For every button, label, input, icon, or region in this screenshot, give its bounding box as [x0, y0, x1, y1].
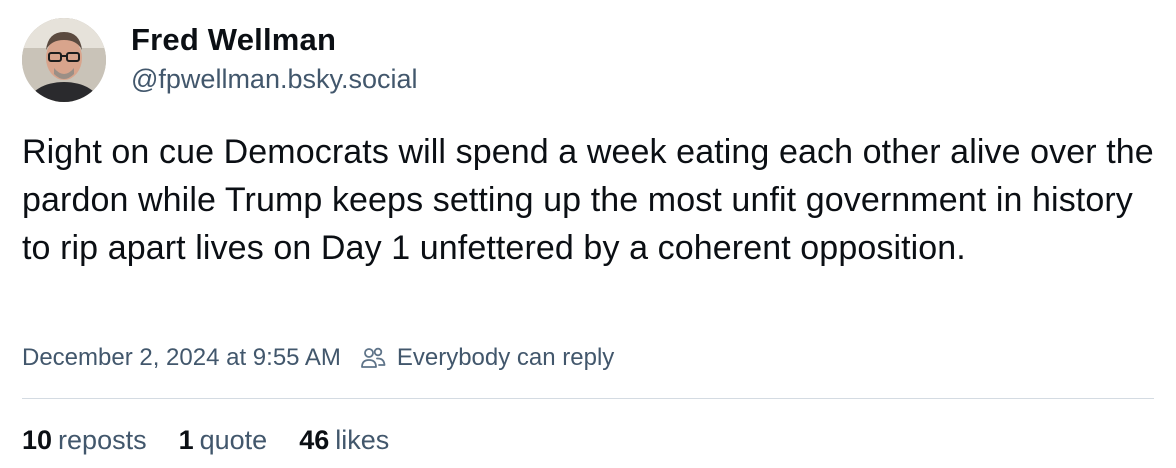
divider [22, 398, 1154, 399]
likes-count: 46 [299, 424, 330, 455]
likes-stat[interactable]: 46 likes [299, 425, 389, 456]
reposts-count: 10 [22, 424, 53, 455]
quotes-count: 1 [178, 424, 194, 455]
reply-setting-label[interactable]: Everybody can reply [397, 344, 614, 372]
avatar-image [22, 18, 106, 102]
post-meta: December 2, 2024 at 9:55 AM Everybody ca… [22, 340, 614, 376]
likes-label: likes [335, 424, 390, 455]
reposts-label: reposts [58, 424, 147, 455]
author-name[interactable]: Fred Wellman [131, 22, 336, 58]
post-card: Fred Wellman @fpwellman.bsky.social Righ… [0, 0, 1176, 468]
reposts-stat[interactable]: 10 reposts [22, 425, 147, 456]
post-stats: 10 reposts 1 quote 46 likes [22, 420, 421, 460]
author-handle[interactable]: @fpwellman.bsky.social [131, 62, 418, 96]
post-text: Right on cue Democrats will spend a week… [22, 133, 1154, 267]
post-timestamp[interactable]: December 2, 2024 at 9:55 AM [22, 344, 341, 372]
quotes-stat[interactable]: 1 quote [179, 425, 268, 456]
quotes-label: quote [199, 424, 268, 455]
author-avatar[interactable] [22, 18, 106, 102]
people-icon [359, 344, 387, 372]
